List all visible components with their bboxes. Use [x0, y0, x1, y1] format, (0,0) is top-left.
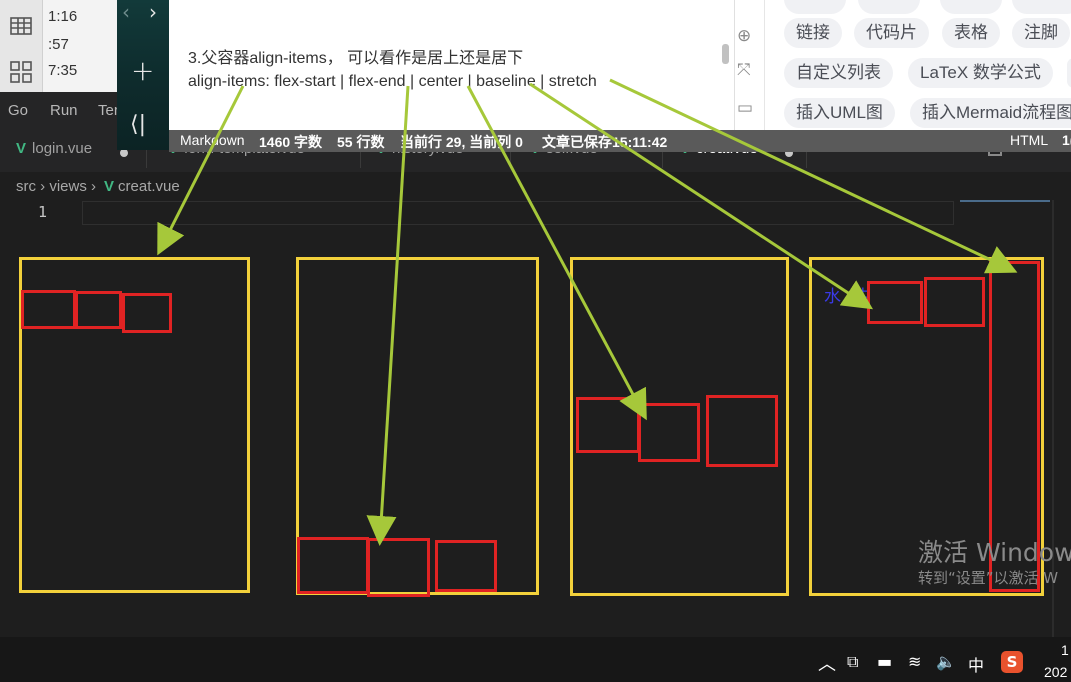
- volume-icon[interactable]: 🔈: [936, 652, 956, 671]
- arrow-flex-end: [366, 85, 410, 546]
- tray-time[interactable]: 1: [1061, 642, 1069, 658]
- onedrive-icon[interactable]: ⧉: [847, 652, 858, 672]
- battery-icon[interactable]: ▬: [877, 652, 892, 671]
- wifi-icon[interactable]: ≋: [908, 652, 921, 671]
- sogou-ime-icon[interactable]: S: [1001, 651, 1023, 673]
- chevron-up-icon[interactable]: ︿: [818, 650, 836, 676]
- arrow-center: [466, 85, 647, 421]
- tray-date[interactable]: 202: [1044, 664, 1067, 680]
- ime-indicator[interactable]: 中: [968, 652, 984, 676]
- arrow-flex-start: [157, 85, 245, 256]
- arrow-baseline: [529, 82, 874, 310]
- annotation-arrows: [157, 78, 1018, 546]
